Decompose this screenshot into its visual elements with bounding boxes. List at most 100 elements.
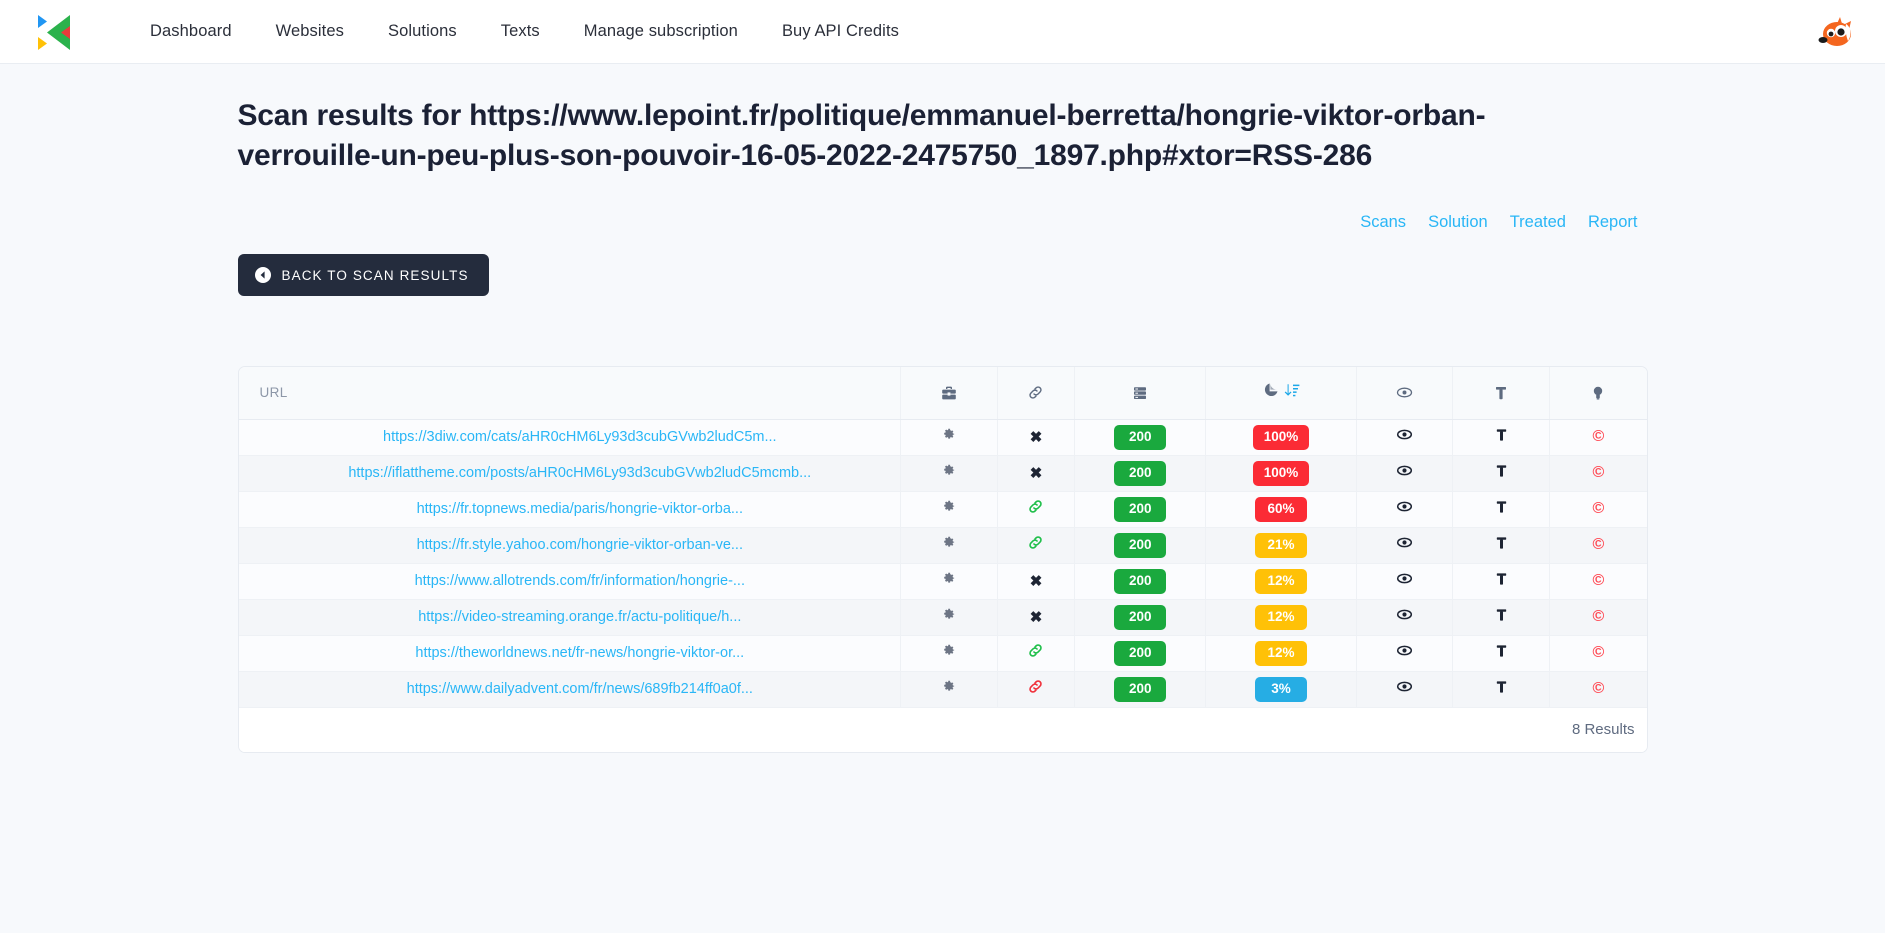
- link-icon[interactable]: [1027, 680, 1044, 699]
- cell-view[interactable]: [1355, 671, 1453, 708]
- result-url-link[interactable]: https://fr.topnews.media/paris/hongrie-v…: [417, 501, 743, 517]
- link-icon[interactable]: [1027, 536, 1044, 555]
- hammer-icon[interactable]: [1494, 681, 1509, 699]
- cell-link-status[interactable]: ✖: [996, 455, 1075, 492]
- gear-icon[interactable]: [941, 608, 956, 626]
- cell-tools[interactable]: [900, 419, 998, 456]
- cell-link-status[interactable]: [996, 527, 1075, 564]
- x-icon[interactable]: ✖: [1030, 465, 1043, 482]
- quicklink-report[interactable]: Report: [1588, 213, 1638, 232]
- column-header-status[interactable]: [1074, 367, 1206, 420]
- result-url-link[interactable]: https://video-streaming.orange.fr/actu-p…: [418, 609, 741, 625]
- eye-icon[interactable]: [1396, 429, 1413, 447]
- cell-idea[interactable]: ©: [1549, 455, 1647, 492]
- copyright-icon[interactable]: ©: [1592, 536, 1604, 553]
- nav-item-texts[interactable]: Texts: [479, 14, 562, 49]
- hammer-icon[interactable]: [1494, 465, 1509, 483]
- cell-legal[interactable]: [1452, 527, 1550, 564]
- quicklink-treated[interactable]: Treated: [1510, 213, 1566, 232]
- copyright-icon[interactable]: ©: [1592, 572, 1604, 589]
- eye-icon[interactable]: [1396, 573, 1413, 591]
- hammer-icon[interactable]: [1494, 573, 1509, 591]
- column-header-tools[interactable]: [900, 367, 998, 420]
- cell-legal[interactable]: [1452, 455, 1550, 492]
- gear-icon[interactable]: [941, 464, 956, 482]
- nav-item-buy-api-credits[interactable]: Buy API Credits: [760, 14, 921, 49]
- column-header-legal[interactable]: [1452, 367, 1550, 420]
- table-row[interactable]: https://video-streaming.orange.fr/actu-p…: [238, 599, 1647, 636]
- hammer-icon[interactable]: [1494, 609, 1509, 627]
- cell-view[interactable]: [1355, 455, 1453, 492]
- result-url-link[interactable]: https://www.dailyadvent.com/fr/news/689f…: [407, 681, 753, 697]
- cell-tools[interactable]: [900, 599, 998, 636]
- result-url-link[interactable]: https://www.allotrends.com/fr/informatio…: [415, 573, 745, 589]
- cell-legal[interactable]: [1452, 635, 1550, 672]
- cell-link-status[interactable]: ✖: [996, 419, 1075, 456]
- gear-icon[interactable]: [941, 428, 956, 446]
- result-url-link[interactable]: https://3diw.com/cats/aHR0cHM6Ly93d3cubG…: [383, 429, 777, 445]
- quicklink-scans[interactable]: Scans: [1360, 213, 1406, 232]
- eye-icon[interactable]: [1396, 681, 1413, 699]
- back-to-scan-results-button[interactable]: BACK TO SCAN RESULTS: [237, 254, 489, 297]
- column-header-link[interactable]: [996, 367, 1075, 420]
- table-row[interactable]: https://fr.topnews.media/paris/hongrie-v…: [238, 491, 1647, 528]
- table-row[interactable]: https://3diw.com/cats/aHR0cHM6Ly93d3cubG…: [238, 419, 1647, 456]
- cell-view[interactable]: [1355, 635, 1453, 672]
- table-row[interactable]: https://iflattheme.com/posts/aHR0cHM6Ly9…: [238, 455, 1647, 492]
- hammer-icon[interactable]: [1494, 537, 1509, 555]
- table-row[interactable]: https://www.allotrends.com/fr/informatio…: [238, 563, 1647, 600]
- cell-view[interactable]: [1355, 599, 1453, 636]
- cell-link-status[interactable]: ✖: [996, 599, 1075, 636]
- cell-link-status[interactable]: [996, 635, 1075, 672]
- cell-view[interactable]: [1355, 563, 1453, 600]
- cell-tools[interactable]: [900, 635, 998, 672]
- table-row[interactable]: https://theworldnews.net/fr-news/hongrie…: [238, 635, 1647, 672]
- fox-avatar[interactable]: [1807, 6, 1859, 58]
- cell-legal[interactable]: [1452, 419, 1550, 456]
- cell-idea[interactable]: ©: [1549, 491, 1647, 528]
- cell-legal[interactable]: [1452, 491, 1550, 528]
- eye-icon[interactable]: [1396, 465, 1413, 483]
- eye-icon[interactable]: [1396, 537, 1413, 555]
- link-icon[interactable]: [1027, 500, 1044, 519]
- cell-legal[interactable]: [1452, 671, 1550, 708]
- cell-link-status[interactable]: [996, 671, 1075, 708]
- cell-link-status[interactable]: [996, 491, 1075, 528]
- gear-icon[interactable]: [941, 536, 956, 554]
- column-header-url[interactable]: URL: [238, 367, 901, 420]
- cell-tools[interactable]: [900, 563, 998, 600]
- gear-icon[interactable]: [941, 644, 956, 662]
- eye-icon[interactable]: [1396, 501, 1413, 519]
- table-row[interactable]: https://www.dailyadvent.com/fr/news/689f…: [238, 671, 1647, 708]
- nav-item-websites[interactable]: Websites: [254, 14, 366, 49]
- hammer-icon[interactable]: [1494, 501, 1509, 519]
- cell-idea[interactable]: ©: [1549, 419, 1647, 456]
- copyright-icon[interactable]: ©: [1592, 680, 1604, 697]
- cell-tools[interactable]: [900, 671, 998, 708]
- quicklink-solution[interactable]: Solution: [1428, 213, 1488, 232]
- cell-view[interactable]: [1355, 491, 1453, 528]
- copyright-icon[interactable]: ©: [1592, 644, 1604, 661]
- x-icon[interactable]: ✖: [1030, 429, 1043, 446]
- cell-idea[interactable]: ©: [1549, 599, 1647, 636]
- hammer-icon[interactable]: [1494, 645, 1509, 663]
- result-url-link[interactable]: https://theworldnews.net/fr-news/hongrie…: [415, 645, 744, 661]
- cell-legal[interactable]: [1452, 563, 1550, 600]
- gear-icon[interactable]: [941, 680, 956, 698]
- eye-icon[interactable]: [1396, 609, 1413, 627]
- result-url-link[interactable]: https://iflattheme.com/posts/aHR0cHM6Ly9…: [348, 465, 811, 481]
- x-icon[interactable]: ✖: [1030, 609, 1043, 626]
- cell-view[interactable]: [1355, 419, 1453, 456]
- cell-tools[interactable]: [900, 527, 998, 564]
- copyright-icon[interactable]: ©: [1592, 464, 1604, 481]
- link-icon[interactable]: [1027, 644, 1044, 663]
- gear-icon[interactable]: [941, 500, 956, 518]
- cell-tools[interactable]: [900, 455, 998, 492]
- column-header-match-percent[interactable]: [1205, 367, 1357, 420]
- cell-idea[interactable]: ©: [1549, 671, 1647, 708]
- cell-tools[interactable]: [900, 491, 998, 528]
- sort-descending-icon[interactable]: [1284, 382, 1300, 398]
- copyright-icon[interactable]: ©: [1592, 428, 1604, 445]
- cell-view[interactable]: [1355, 527, 1453, 564]
- x-icon[interactable]: ✖: [1030, 573, 1043, 590]
